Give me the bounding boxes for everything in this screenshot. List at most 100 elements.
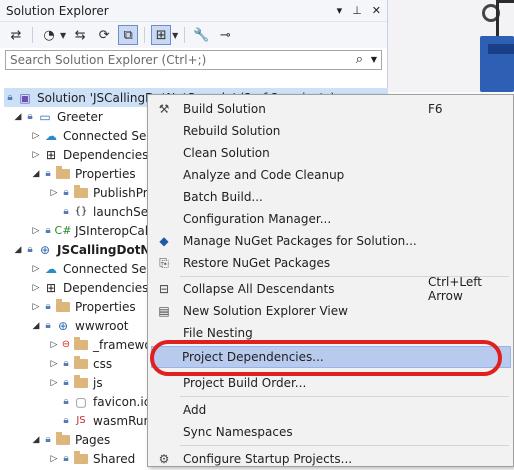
- search-icon[interactable]: ⌕: [356, 52, 363, 67]
- tree-label: Shared: [93, 451, 136, 466]
- menu-analyze[interactable]: Analyze and Code Cleanup: [150, 164, 513, 186]
- collapsed-arrow-icon[interactable]: ▷: [30, 226, 42, 236]
- collapsed-arrow-icon[interactable]: ▷: [48, 340, 60, 350]
- tree-row-dependencies[interactable]: ▷ ⊞ Dependencies: [30, 278, 149, 297]
- lock-icon: 🔒︎: [7, 92, 13, 103]
- dependencies-icon: ⊞: [45, 147, 57, 162]
- menu-add[interactable]: Add: [150, 399, 513, 421]
- menu-label: Build Solution: [183, 102, 266, 116]
- tree-row-wwwroot[interactable]: ◢ 🔒︎ ⊕ wwwroot: [30, 316, 129, 335]
- collapsed-arrow-icon[interactable]: ▷: [30, 264, 42, 274]
- lock-icon: 🔒︎: [45, 168, 51, 179]
- search-input[interactable]: [10, 53, 340, 67]
- menu-sync-namespaces[interactable]: Sync Namespaces: [150, 421, 513, 443]
- tree-row-greeter[interactable]: ◢ 🔒︎ ▭ Greeter: [12, 107, 103, 126]
- properties-wrench-icon[interactable]: 🔧: [191, 25, 211, 45]
- menu-label: Project Build Order...: [183, 376, 307, 390]
- switch-views-icon[interactable]: ⇄: [6, 25, 26, 45]
- chevron-down-icon[interactable]: ▼: [172, 31, 178, 40]
- menu-restore-nuget[interactable]: ⎘ Restore NuGet Packages: [150, 252, 513, 274]
- project-icon: ▭: [39, 109, 51, 124]
- show-all-files-icon[interactable]: ⊞: [151, 25, 172, 45]
- menu-label: Collapse All Descendants: [183, 282, 335, 296]
- menu-label: Sync Namespaces: [183, 425, 293, 439]
- menu-separator: [180, 396, 509, 397]
- tree-row-js[interactable]: ▷ 🔒︎ js: [48, 373, 103, 392]
- panel-title: Solution Explorer: [6, 3, 109, 18]
- menu-project-build-order[interactable]: Project Build Order...: [150, 372, 513, 394]
- collapsed-arrow-icon[interactable]: ▷: [30, 302, 42, 312]
- tree-row-properties[interactable]: ▷ 🔒︎ Properties: [30, 297, 136, 316]
- folder-icon: [72, 374, 90, 388]
- collapsed-arrow-icon[interactable]: ▷: [30, 150, 42, 160]
- tree-row-shared[interactable]: ▷ 🔒︎ Shared: [48, 449, 135, 468]
- menu-configuration-manager[interactable]: Configuration Manager...: [150, 208, 513, 230]
- lock-icon: 🔒︎: [27, 244, 33, 255]
- menu-file-nesting[interactable]: File Nesting: [150, 322, 513, 344]
- background-photo: [388, 0, 514, 92]
- image-file-icon: ▢: [75, 394, 87, 409]
- expanded-arrow-icon[interactable]: ◢: [12, 112, 24, 122]
- expanded-arrow-icon[interactable]: ◢: [30, 169, 42, 179]
- sync-with-active-document-icon[interactable]: ⇆: [70, 25, 90, 45]
- menu-batch-build[interactable]: Batch Build...: [150, 186, 513, 208]
- collapsed-arrow-icon[interactable]: ▷: [30, 283, 42, 293]
- panel-toolbar: ⇄ ◔ ▼ ⇆ ⟳ ⧉ ⊞ ▼ 🔧 ⊸: [0, 22, 387, 48]
- connected-services-icon: ☁: [45, 261, 57, 276]
- menu-build-solution[interactable]: ⚒ Build Solution F6: [150, 98, 513, 120]
- connected-services-icon: ☁: [45, 128, 57, 143]
- tree-row-properties[interactable]: ◢ 🔒︎ Properties: [30, 164, 136, 183]
- expanded-arrow-icon[interactable]: ◢: [30, 321, 42, 331]
- window-position-icon[interactable]: ▾: [337, 4, 343, 17]
- collapsed-arrow-icon[interactable]: ▷: [30, 131, 42, 141]
- bag-strap-shape: [488, 44, 514, 54]
- collapse-all-icon[interactable]: ⧉: [118, 25, 139, 45]
- refresh-icon[interactable]: ⟳: [94, 25, 114, 45]
- toolbar-separator: [184, 27, 186, 43]
- web-project-icon: ⊕: [39, 242, 51, 257]
- context-menu: ⚒ Build Solution F6 Rebuild Solution Cle…: [147, 94, 514, 467]
- collapsed-arrow-icon[interactable]: ▷: [48, 359, 60, 369]
- collapsed-arrow-icon[interactable]: ▷: [48, 378, 60, 388]
- folder-icon: [54, 431, 72, 445]
- pending-changes-filter-icon[interactable]: ◔: [39, 25, 59, 45]
- solution-icon: ▣: [19, 90, 31, 105]
- lock-icon: 🔒︎: [63, 396, 69, 407]
- menu-label: Restore NuGet Packages: [183, 256, 331, 270]
- tree-label: Properties: [75, 166, 136, 181]
- frame-shape: [496, 0, 514, 38]
- search-options-chevron-icon[interactable]: ▼: [371, 55, 377, 64]
- tree-row-css[interactable]: ▷ 🔒︎ css: [48, 354, 112, 373]
- expanded-arrow-icon[interactable]: ◢: [30, 435, 42, 445]
- properties-folder-icon: [54, 298, 72, 312]
- menu-project-dependencies[interactable]: Project Dependencies...: [151, 346, 511, 368]
- close-icon[interactable]: ✕: [372, 4, 381, 17]
- pin-icon[interactable]: ⊥: [352, 4, 362, 17]
- globe-icon: ⊕: [57, 318, 69, 333]
- preview-selected-items-icon[interactable]: ⊸: [215, 25, 235, 45]
- menu-label: Manage NuGet Packages for Solution...: [183, 234, 417, 248]
- lock-icon: 🔒︎: [63, 415, 69, 426]
- menu-new-explorer-view[interactable]: ▤ New Solution Explorer View: [150, 300, 513, 322]
- new-view-icon: ▤: [158, 304, 170, 318]
- tree-label: Properties: [75, 299, 136, 314]
- menu-clean-solution[interactable]: Clean Solution: [150, 142, 513, 164]
- chevron-down-icon[interactable]: ▼: [60, 31, 66, 40]
- lock-icon: 🔒︎: [45, 225, 51, 236]
- dependencies-icon: ⊞: [45, 280, 57, 295]
- menu-manage-nuget[interactable]: ◆ Manage NuGet Packages for Solution...: [150, 230, 513, 252]
- folder-icon: [72, 336, 90, 350]
- expanded-arrow-icon[interactable]: ◢: [12, 245, 24, 255]
- menu-rebuild-solution[interactable]: Rebuild Solution: [150, 120, 513, 142]
- menu-collapse-all[interactable]: ⊟ Collapse All Descendants Ctrl+Left Arr…: [150, 275, 513, 303]
- collapsed-arrow-icon[interactable]: ▷: [48, 454, 60, 464]
- folder-icon: [72, 355, 90, 369]
- tree-label: Pages: [75, 432, 111, 447]
- tree-row-dependencies[interactable]: ▷ ⊞ Dependencies: [30, 145, 149, 164]
- tree-row-favicon[interactable]: 🔒︎ ▢ favicon.ico: [60, 392, 157, 411]
- collapsed-arrow-icon[interactable]: ▷: [48, 188, 60, 198]
- excluded-icon: ⊖: [61, 339, 71, 350]
- folder-icon: [72, 184, 90, 198]
- tree-row-pages[interactable]: ◢ 🔒︎ Pages: [30, 430, 110, 449]
- restore-packages-icon: ⎘: [159, 255, 169, 270]
